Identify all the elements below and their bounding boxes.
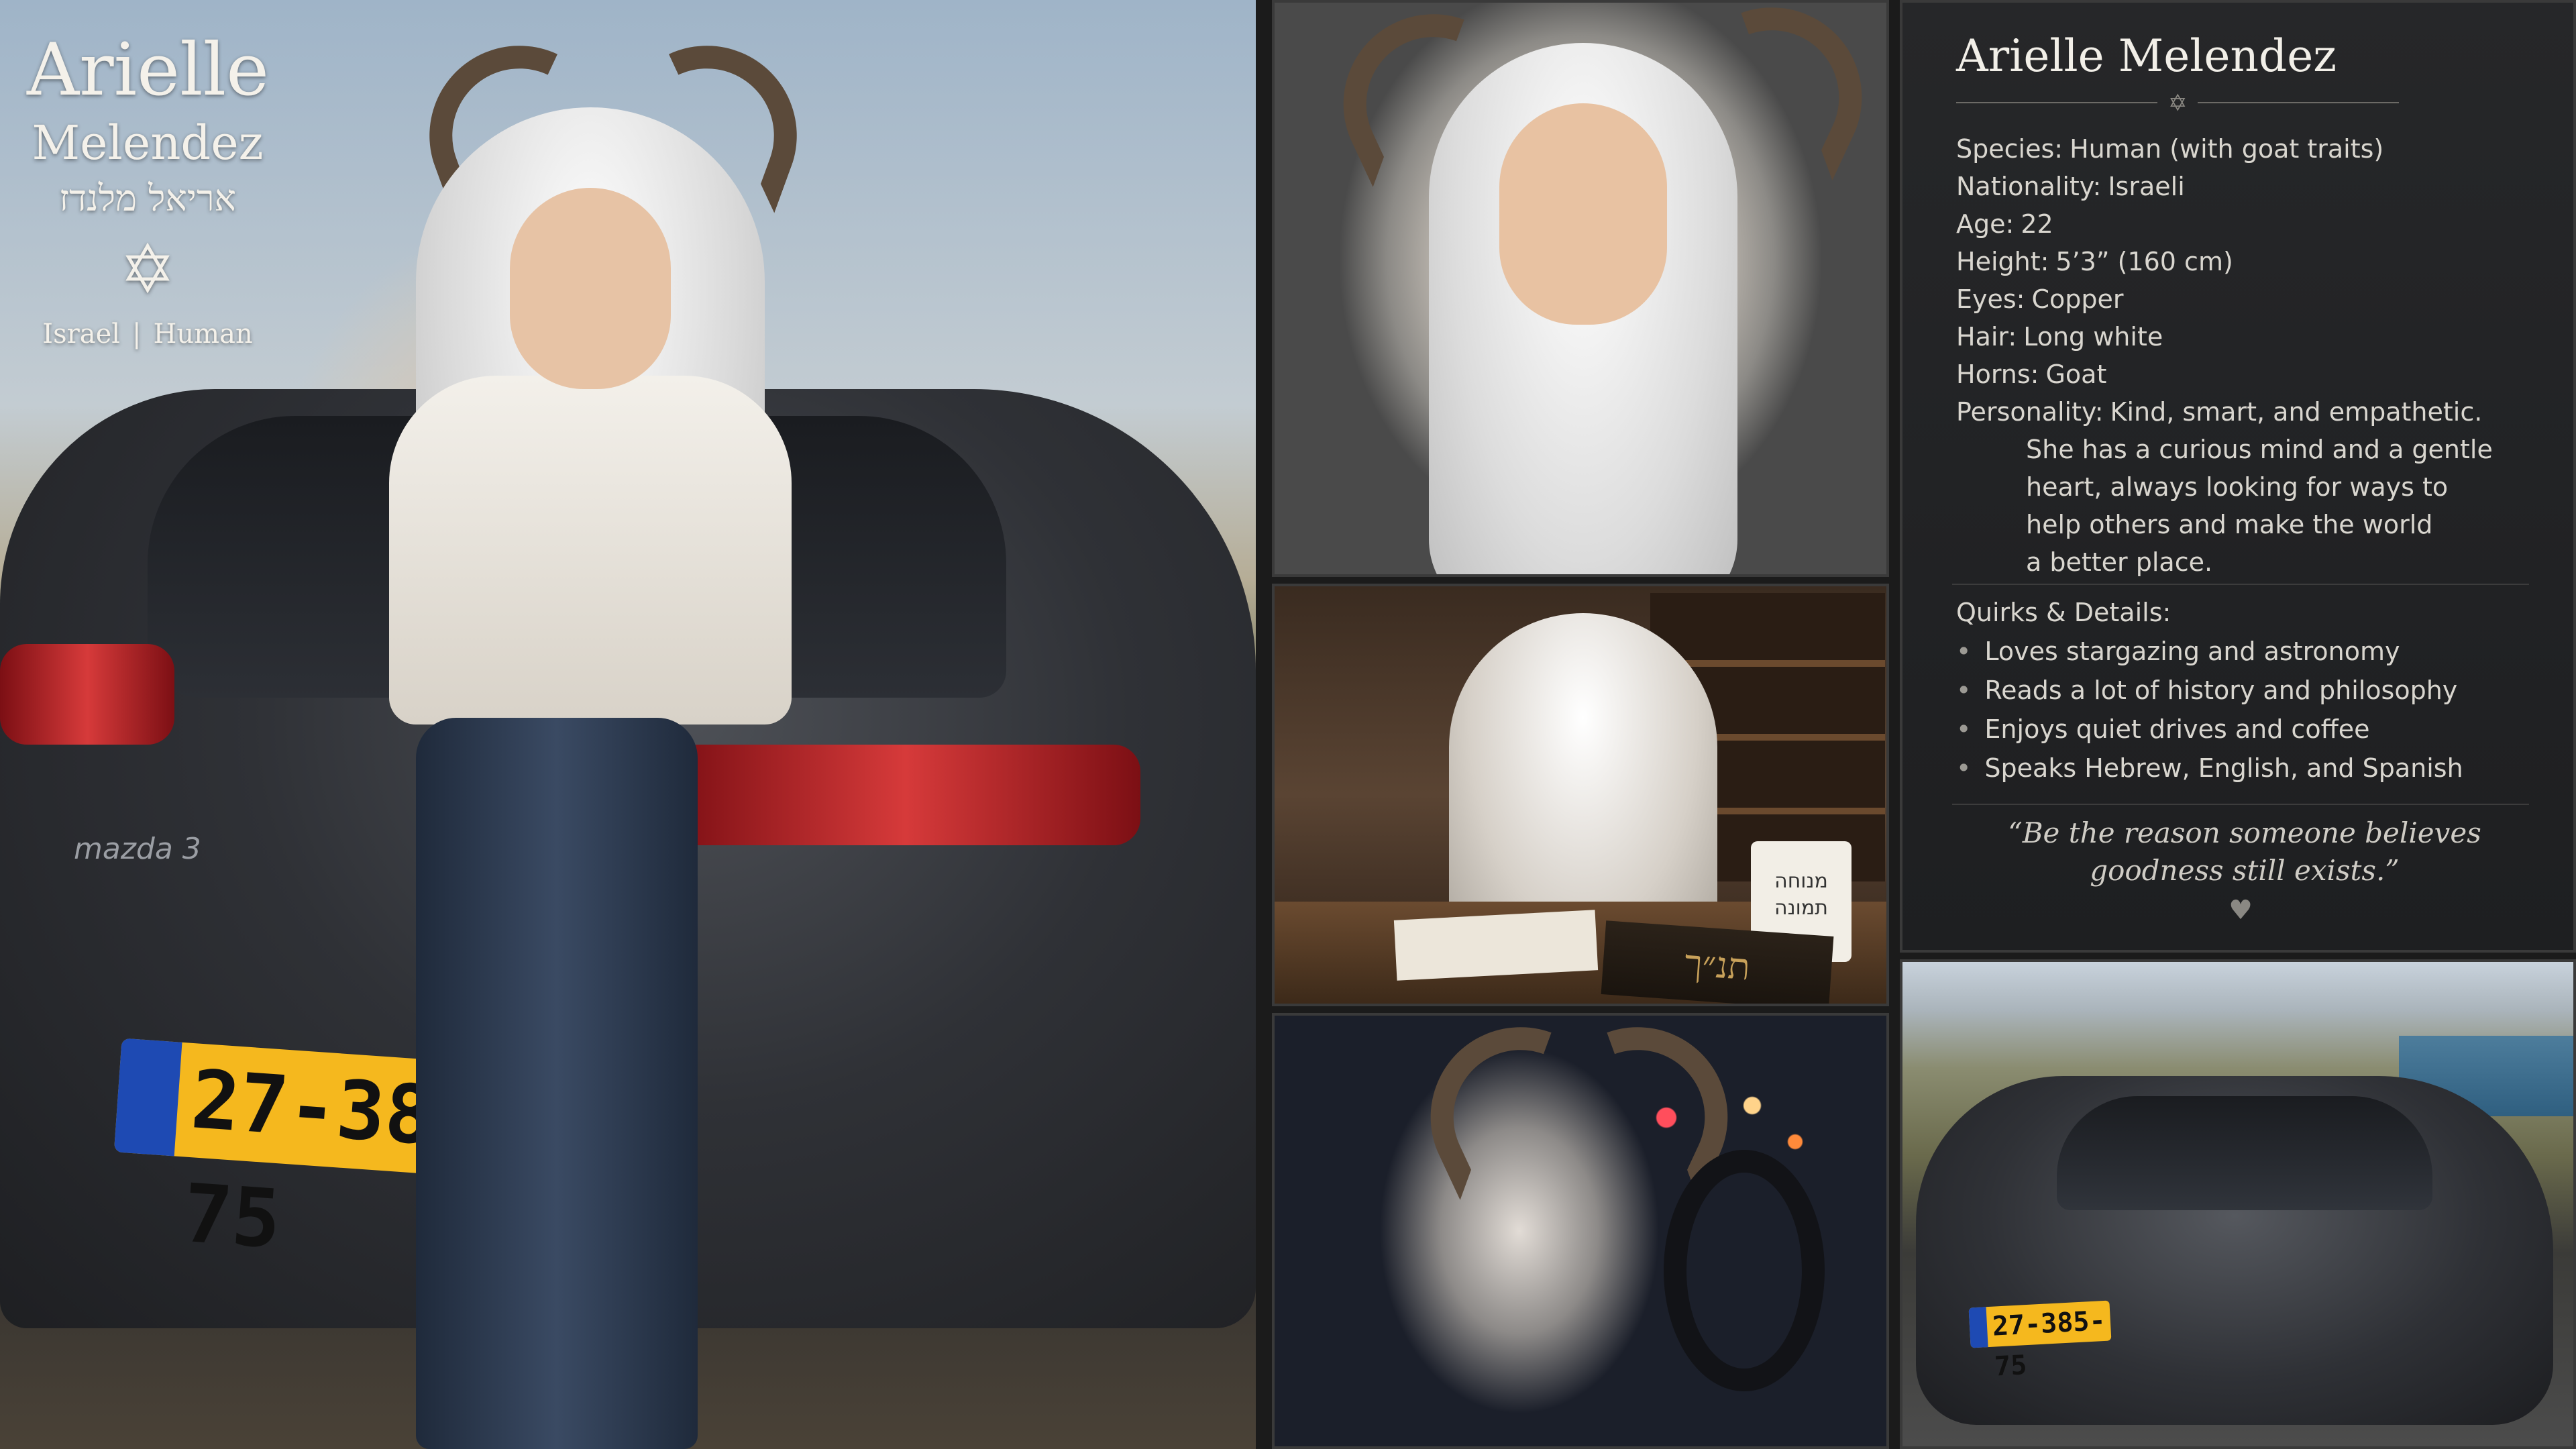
hero-species: Human [153, 319, 253, 350]
detail-eyes: Eyes: Copper [1956, 284, 2124, 314]
portrait-face [1499, 103, 1667, 325]
front-license-plate: 27-385-75 [1968, 1300, 2112, 1383]
left-tail-light [0, 644, 174, 745]
profile-details: Species: Human (with goat traits) Nationa… [1956, 130, 2533, 581]
face [510, 188, 671, 389]
hero-hebrew-name: אריאל מלנדז [59, 177, 236, 219]
star-of-david-icon: ✡ [119, 230, 176, 309]
quote: “Be the reason someone believes goodness… [2008, 816, 2481, 887]
hero-photo: 27-385-75 mazda 3 Arielle Melendez אריאל… [0, 0, 1256, 1449]
quirk-item: Loves stargazing and astronomy [1956, 632, 2533, 671]
detail-species: Species: Human (with goat traits) [1956, 134, 2384, 164]
detail-hair: Hair: Long white [1956, 322, 2163, 352]
divider [1952, 584, 2529, 585]
profile-title: Arielle Melendez [1956, 30, 2337, 82]
detail-age: Age: 22 [1956, 209, 2053, 239]
tanakh-book: תנ״ך [1601, 920, 1834, 1004]
steering-wheel [1664, 1150, 1825, 1391]
hero-country: Israel [42, 319, 121, 350]
hero-caption: Arielle Melendez אריאל מלנדז ✡ Israel | Hu… [27, 27, 270, 354]
personality-line: heart, always looking for ways to [2026, 472, 2449, 502]
car-model-badge: mazda 3 [74, 832, 201, 866]
car-windshield [2057, 1096, 2432, 1210]
quirks-section: Quirks & Details: Loves stargazing and a… [1956, 593, 2533, 788]
title-ornament: ✡ [1956, 90, 2412, 117]
desk-writing-photo: מנוחה תמונה תנ״ך [1272, 584, 1889, 1006]
hero-meta: Israel | Human [27, 314, 268, 354]
divider [1952, 804, 2529, 805]
heart-icon: ♥ [2229, 895, 2253, 926]
quirk-item: Reads a lot of history and philosophy [1956, 671, 2533, 710]
hero-divider: | [132, 319, 142, 350]
personality-line: help others and make the world [2026, 510, 2433, 539]
quirk-item: Speaks Hebrew, English, and Spanish [1956, 749, 2533, 788]
detail-nationality: Nationality: Israeli [1956, 172, 2185, 201]
detail-height: Height: 5’3” (160 cm) [1956, 247, 2233, 276]
personality-line: a better place. [2026, 547, 2213, 577]
profile-panel: Arielle Melendez ✡ Species: Human (with g… [1900, 0, 2576, 953]
character-figure [309, 20, 822, 1449]
car-road-photo: 27-385-75 [1900, 959, 2576, 1449]
ornament-star-icon: ✡ [2168, 90, 2188, 117]
personality-line: She has a curious mind and a gentle [2026, 435, 2493, 464]
hero-first-name: Arielle [27, 28, 270, 112]
portrait-photo [1272, 0, 1889, 577]
quirks-title: Quirks & Details: [1956, 598, 2171, 627]
hero-last-name: Melendez [32, 115, 264, 170]
detail-horns: Horns: Goat [1956, 360, 2107, 389]
detail-personality: Personality: Kind, smart, and empathetic. [1956, 397, 2483, 427]
jeans [416, 718, 698, 1449]
shirt [389, 376, 792, 724]
notebook [1393, 910, 1599, 981]
driving-photo [1272, 1013, 1889, 1449]
quirk-item: Enjoys quiet drives and coffee [1956, 710, 2533, 749]
